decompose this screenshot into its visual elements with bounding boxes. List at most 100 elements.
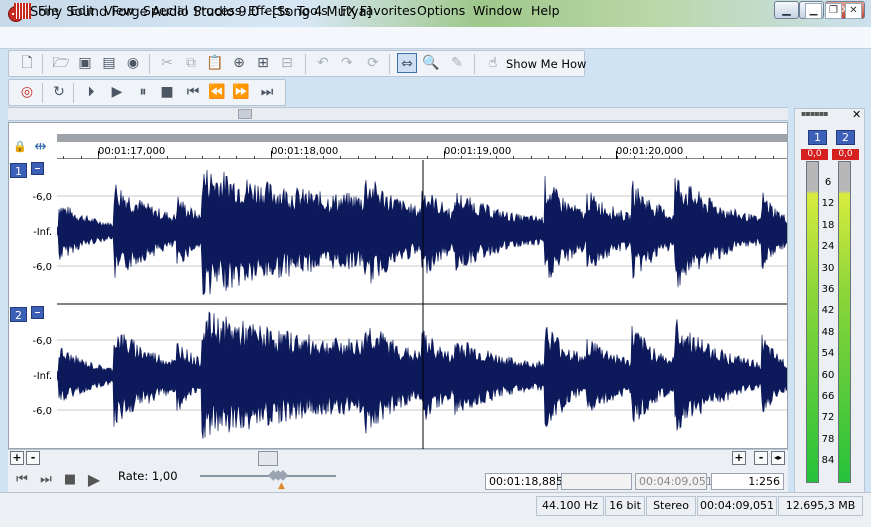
horizontal-scroll-row <box>8 449 788 468</box>
zoom-normal-button[interactable]: ◂▸ <box>771 451 785 465</box>
open-folder-icon[interactable]: 🗁 <box>51 53 71 73</box>
mdi-restore-button[interactable]: ❐ <box>825 3 842 19</box>
meter-close-icon[interactable]: ✕ <box>852 108 861 121</box>
selection-length-field[interactable] <box>561 473 632 490</box>
time-minor-tick <box>185 156 186 159</box>
overview-bar[interactable] <box>57 134 787 142</box>
channel-mode: Stereo <box>646 496 696 516</box>
save-icon[interactable]: ▣ <box>75 53 95 73</box>
peak-hold-channel-2[interactable]: 0,0 <box>832 149 859 160</box>
mix-icon[interactable]: ⊕ <box>229 53 249 73</box>
meter-scale-label: 66 <box>821 391 835 402</box>
waveform-display[interactable] <box>57 160 787 449</box>
lock-icon[interactable]: 🔒 <box>13 140 27 153</box>
menu-view[interactable]: View <box>104 3 134 18</box>
meter-scale-label: 6 <box>824 177 832 188</box>
time-minor-tick <box>392 156 393 159</box>
ch1-axis-center: -Inf. <box>33 227 52 238</box>
channel-1-badge[interactable]: 1 <box>10 163 27 178</box>
go-to-start-icon-2[interactable]: ⏮ <box>12 470 32 490</box>
time-minor-tick <box>409 156 410 159</box>
menu-special[interactable]: Special <box>143 3 188 18</box>
paste-new-icon[interactable]: ⊞ <box>253 53 273 73</box>
stop-icon[interactable]: ■ <box>157 82 177 102</box>
time-minor-tick <box>738 156 739 159</box>
document-icon[interactable] <box>14 3 31 19</box>
zoom-out-horizontal-button[interactable]: - <box>754 451 768 465</box>
meter-scale-label: 24 <box>821 241 835 253</box>
meter-channel-2-badge[interactable]: 2 <box>836 130 855 145</box>
time-minor-tick <box>565 156 566 159</box>
stop-icon-2[interactable]: ■ <box>60 470 80 490</box>
paste-icon[interactable]: 📋 <box>205 53 225 73</box>
menu-process[interactable]: Process <box>194 3 241 18</box>
pencil-tool-icon[interactable]: ✎ <box>447 53 467 73</box>
menu-edit[interactable]: Edit <box>70 3 94 18</box>
zoom-ratio-field[interactable]: 1:256 <box>711 473 784 490</box>
repeat-icon[interactable]: ⟳ <box>363 53 383 73</box>
edit-tool-icon[interactable]: ⇔ <box>397 53 417 73</box>
play-icon[interactable]: ▶ <box>107 82 127 102</box>
record-icon[interactable]: ◎ <box>17 82 37 102</box>
zoom-out-vertical-button[interactable]: - <box>26 451 40 465</box>
magnify-tool-icon[interactable]: 🔍 <box>421 53 441 73</box>
save-as-icon[interactable]: ▤ <box>99 53 119 73</box>
time-minor-tick <box>219 156 220 159</box>
ch1-axis-bottom: -6,0 <box>32 262 52 273</box>
fast-forward-icon[interactable]: ⏩ <box>231 82 251 102</box>
menu-window[interactable]: Window <box>473 3 522 18</box>
mdi-minimize-button[interactable]: ▁ <box>805 3 822 19</box>
show-me-how-button[interactable]: Show Me How <box>506 57 586 71</box>
time-minor-tick <box>548 156 549 159</box>
time-minor-tick <box>686 156 687 159</box>
menu-options[interactable]: Options <box>417 3 465 18</box>
peak-hold-channel-1[interactable]: 0,0 <box>801 149 828 160</box>
meter-grip[interactable]: ▪▪▪▪▪▪ <box>801 109 829 118</box>
channel-2-badge[interactable]: 2 <box>10 307 27 322</box>
play-all-icon[interactable]: ⏵ <box>81 82 101 102</box>
meter-channel-1-badge[interactable]: 1 <box>808 130 827 145</box>
meter-scale-label: 54 <box>821 348 835 360</box>
horizontal-scroll-thumb[interactable] <box>258 451 278 466</box>
menu-file[interactable]: File <box>38 3 59 18</box>
rewind-icon[interactable]: ⏪ <box>207 82 227 102</box>
time-minor-tick <box>167 156 168 159</box>
zoom-in-horizontal-button[interactable]: + <box>732 451 746 465</box>
copy-icon[interactable]: ⧉ <box>181 53 201 73</box>
redo-icon[interactable]: ↷ <box>337 53 357 73</box>
go-to-end-icon[interactable]: ⏭ <box>257 82 277 102</box>
time-minor-tick <box>375 156 376 159</box>
minimize-button[interactable]: ▁ <box>774 1 799 19</box>
loop-icon[interactable]: ↻ <box>49 82 69 102</box>
pause-icon[interactable]: ⏸ <box>133 82 153 102</box>
cursor-position-field[interactable]: 00:01:18,885 <box>485 473 563 490</box>
trim-icon[interactable]: ⊟ <box>277 53 297 73</box>
time-minor-tick <box>703 156 704 159</box>
ch1-axis-top: -6,0 <box>32 192 52 203</box>
menu-tools[interactable]: Tools <box>297 3 328 18</box>
channel-2-minimize-button[interactable] <box>31 306 44 319</box>
overview-scroll-thumb[interactable] <box>238 109 252 119</box>
menu-effects[interactable]: Effects <box>248 3 291 18</box>
meter-scale-label: 30 <box>821 262 835 274</box>
snap-icon[interactable]: ⇹ <box>34 137 47 155</box>
sample-rate: 44.100 Hz <box>536 496 604 516</box>
menu-help[interactable]: Help <box>531 3 560 18</box>
overview-scroll-strip[interactable] <box>8 107 788 121</box>
menu-fx-favorites[interactable]: FX Favorites <box>340 3 416 18</box>
mdi-close-button[interactable]: ✕ <box>845 3 862 19</box>
new-file-icon[interactable]: 🗋 <box>17 53 37 73</box>
play-normal-icon[interactable]: ▶ <box>84 470 104 490</box>
time-minor-tick <box>721 156 722 159</box>
go-to-end-icon-2[interactable]: ⏭ <box>36 470 56 490</box>
time-label-4: 00:01:20,000 <box>616 146 684 157</box>
go-to-start-icon[interactable]: ⏮ <box>183 82 203 102</box>
cut-icon[interactable]: ✂ <box>157 53 177 73</box>
standard-toolbar: 🗋 🗁 ▣ ▤ ◉ ✂ ⧉ 📋 ⊕ ⊞ ⊟ ↶ ↷ ⟳ ⇔ 🔍 ✎ ☝ Show… <box>8 50 586 77</box>
properties-icon[interactable]: ◉ <box>123 53 143 73</box>
channel-1-minimize-button[interactable] <box>31 162 44 175</box>
zoom-in-vertical-button[interactable]: + <box>10 451 24 465</box>
meter-scale-label: 78 <box>821 433 835 445</box>
help-icon[interactable]: ☝ <box>483 53 503 73</box>
undo-icon[interactable]: ↶ <box>313 53 333 73</box>
